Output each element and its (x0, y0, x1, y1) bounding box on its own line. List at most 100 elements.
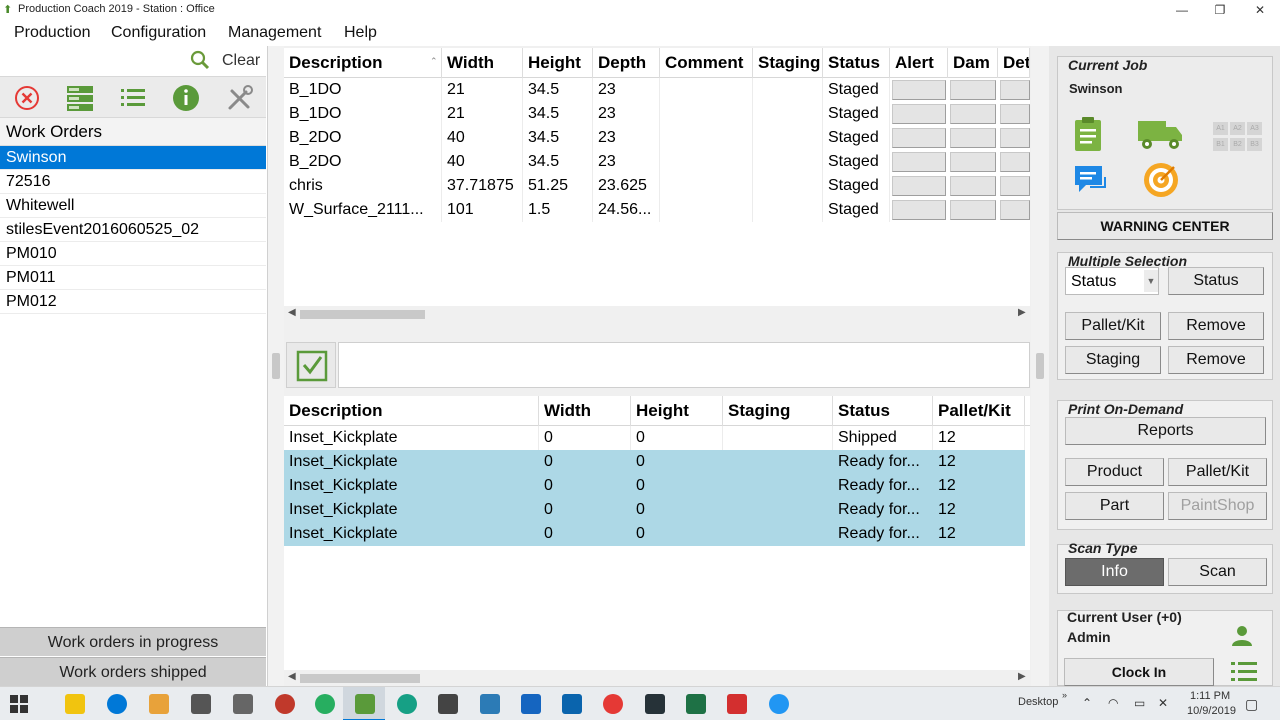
detail-cell-button[interactable] (1000, 200, 1030, 220)
column-staging[interactable]: Staging (753, 48, 823, 78)
damage-cell-button[interactable] (950, 80, 996, 100)
parts-grid-hscrollbar[interactable]: ◀ ▶ (284, 670, 1030, 686)
table-row[interactable]: chris 37.71875 51.25 23.625 Staged (284, 174, 1030, 198)
scroll-left-icon[interactable]: ◀ (288, 307, 296, 318)
maximize-button[interactable]: ❐ (1200, 0, 1240, 20)
windows-start-icon[interactable] (10, 695, 28, 713)
app-icon-red[interactable] (275, 694, 295, 714)
work-order-item[interactable]: stilesEvent2016060525_02 (0, 218, 266, 242)
remove-staging-button[interactable]: Remove (1168, 346, 1264, 374)
snowflake-app-icon[interactable] (769, 694, 789, 714)
target-icon[interactable] (1142, 161, 1180, 199)
delivery-truck-icon[interactable] (1136, 117, 1184, 153)
clear-button[interactable]: Clear (222, 52, 260, 70)
clipboard-icon[interactable] (1072, 115, 1104, 153)
chat-icon[interactable] (1072, 163, 1108, 197)
table-row[interactable]: Inset_Kickplate 0 0 Ready for... 12 (284, 522, 1025, 546)
damage-cell-button[interactable] (950, 176, 996, 196)
damage-cell-button[interactable] (950, 152, 996, 172)
staging-button[interactable]: Staging (1065, 346, 1161, 374)
detail-cell-button[interactable] (1000, 128, 1030, 148)
table-row[interactable]: B_1DO 21 34.5 23 Staged (284, 78, 1030, 102)
store-icon[interactable] (191, 694, 211, 714)
paintshop-button[interactable]: PaintShop (1168, 492, 1267, 520)
visual-studio-icon[interactable] (480, 694, 500, 714)
column-staging[interactable]: Staging (723, 396, 833, 426)
right-splitter[interactable] (1031, 46, 1049, 686)
detail-cell-button[interactable] (1000, 104, 1030, 124)
column-height[interactable]: Height (523, 48, 593, 78)
table-row[interactable]: Inset_Kickplate 0 0 Ready for... 12 (284, 498, 1025, 522)
info-scan-button[interactable]: Info (1065, 558, 1164, 586)
work-order-item[interactable]: 72516 (0, 170, 266, 194)
warning-center-button[interactable]: WARNING CENTER (1057, 212, 1273, 240)
work-order-item[interactable]: PM012 (0, 290, 266, 314)
product-button[interactable]: Product (1065, 458, 1164, 486)
scroll-thumb[interactable] (300, 310, 425, 319)
column-status[interactable]: Status (823, 48, 890, 78)
column-height[interactable]: Height (631, 396, 723, 426)
table-row[interactable]: W_Surface_2111... 101 1.5 24.56... Staged (284, 198, 1030, 222)
minimize-button[interactable]: — (1162, 0, 1202, 20)
edge-browser-icon[interactable] (107, 694, 127, 714)
select-all-checkbox[interactable] (286, 342, 336, 388)
alert-cell-button[interactable] (892, 128, 946, 148)
close-button[interactable]: ✕ (1240, 0, 1280, 20)
splitter-handle[interactable] (1036, 353, 1044, 379)
column-pallet-kit[interactable]: Pallet/Kit (933, 396, 1025, 426)
folder-icon[interactable] (149, 694, 169, 714)
remove-pallet-button[interactable]: Remove (1168, 312, 1264, 340)
column-depth[interactable]: Depth (593, 48, 660, 78)
target-app-icon[interactable] (397, 694, 417, 714)
work-order-item[interactable]: PM010 (0, 242, 266, 266)
alert-cell-button[interactable] (892, 176, 946, 196)
menu-production[interactable]: Production (14, 24, 91, 42)
left-splitter[interactable] (268, 46, 284, 686)
outlook-icon[interactable] (562, 694, 582, 714)
column-comment[interactable]: Comment (660, 48, 753, 78)
tray-overflow-icon[interactable]: ⌃ (1082, 696, 1092, 710)
chrome-icon[interactable] (603, 694, 623, 714)
scroll-right-icon[interactable]: ▶ (1018, 671, 1026, 682)
work-order-item[interactable]: Swinson (0, 146, 266, 170)
scroll-right-icon[interactable]: ▶ (1018, 307, 1026, 318)
scroll-left-icon[interactable]: ◀ (288, 671, 296, 682)
acrobat-icon[interactable] (727, 694, 747, 714)
clock-in-button[interactable]: Clock In (1064, 658, 1214, 686)
work-orders-shipped-button[interactable]: Work orders shipped (0, 657, 266, 686)
damage-cell-button[interactable] (950, 104, 996, 124)
app-icon-dark[interactable] (438, 694, 458, 714)
scroll-thumb[interactable] (300, 674, 420, 683)
column-status[interactable]: Status (833, 396, 933, 426)
items-grid-hscrollbar[interactable]: ◀ ▶ (284, 306, 1030, 322)
server-icon[interactable] (63, 81, 97, 115)
table-row[interactable]: Inset_Kickplate 0 0 Shipped 12 (284, 426, 1025, 450)
production-coach-icon[interactable] (355, 694, 375, 714)
scan-button[interactable]: Scan (1168, 558, 1267, 586)
chevron-down-icon[interactable]: ▼ (1144, 270, 1158, 292)
alert-cell-button[interactable] (892, 152, 946, 172)
table-row[interactable]: B_2DO 40 34.5 23 Staged (284, 126, 1030, 150)
column-damage[interactable]: Dam (948, 48, 998, 78)
table-row[interactable]: Inset_Kickplate 0 0 Ready for... 12 (284, 474, 1025, 498)
outlook-calendar-icon[interactable] (521, 694, 541, 714)
database-icon[interactable] (315, 694, 335, 714)
status-button[interactable]: Status (1168, 267, 1264, 295)
chevron-icon[interactable]: » (1062, 690, 1067, 700)
desktop-label[interactable]: Desktop (1018, 696, 1058, 708)
table-row[interactable]: B_1DO 21 34.5 23 Staged (284, 102, 1030, 126)
column-width[interactable]: Width (442, 48, 523, 78)
menu-help[interactable]: Help (344, 24, 377, 42)
menu-list-icon[interactable] (1230, 659, 1258, 685)
list-icon[interactable] (116, 81, 150, 115)
menu-configuration[interactable]: Configuration (111, 24, 206, 42)
damage-cell-button[interactable] (950, 200, 996, 220)
scan-field[interactable] (338, 342, 1030, 388)
search-icon[interactable] (190, 50, 210, 70)
splitter-handle[interactable] (272, 353, 280, 379)
tools-icon[interactable] (222, 81, 256, 115)
battery-icon[interactable]: ▭ (1134, 696, 1145, 710)
work-order-item[interactable]: Whitewell (0, 194, 266, 218)
menu-management[interactable]: Management (228, 24, 321, 42)
clock-time[interactable]: 1:11 PM (1190, 690, 1230, 702)
